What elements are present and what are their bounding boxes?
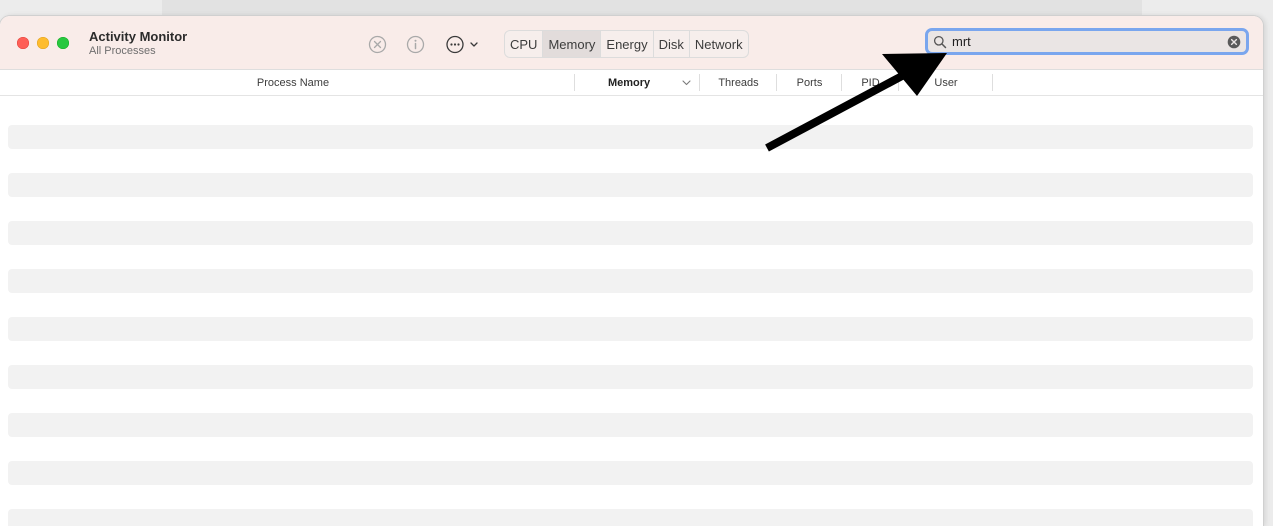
column-header-memory[interactable]: Memory — [576, 74, 700, 91]
empty-table-row — [8, 221, 1253, 245]
column-header-process-name[interactable]: Process Name — [12, 74, 575, 91]
tab-cpu[interactable]: CPU — [505, 31, 544, 57]
activity-monitor-window: Activity Monitor All Processes CPU Memor… — [0, 16, 1263, 526]
tab-energy[interactable]: Energy — [601, 31, 654, 57]
inspect-process-button[interactable] — [404, 33, 426, 55]
column-label: PID — [861, 76, 880, 89]
column-header-pid[interactable]: PID — [843, 74, 899, 91]
column-label: Ports — [796, 76, 823, 89]
column-label: Process Name — [256, 76, 330, 89]
empty-table-row — [8, 173, 1253, 197]
tab-disk[interactable]: Disk — [654, 31, 690, 57]
x-circle-icon — [368, 35, 386, 53]
background-window — [162, 0, 1142, 17]
search-field[interactable] — [925, 28, 1249, 55]
empty-table-row — [8, 317, 1253, 341]
empty-table-row — [8, 365, 1253, 389]
zoom-window-button[interactable] — [57, 37, 69, 49]
minimize-window-button[interactable] — [37, 37, 49, 49]
search-input[interactable] — [952, 31, 1222, 52]
tab-memory[interactable]: Memory — [543, 31, 602, 57]
stop-process-button[interactable] — [366, 33, 388, 55]
column-label: User — [934, 76, 958, 89]
category-tabs: CPU Memory Energy Disk Network — [504, 30, 749, 58]
column-header-user[interactable]: User — [900, 74, 993, 91]
column-header-threads[interactable]: Threads — [701, 74, 777, 91]
empty-table-row — [8, 413, 1253, 437]
chevron-down-icon — [682, 80, 691, 86]
empty-table-row — [8, 461, 1253, 485]
title-bar: Activity Monitor All Processes CPU Memor… — [0, 16, 1263, 70]
chevron-down-icon — [470, 41, 478, 47]
empty-table-row — [8, 509, 1253, 526]
empty-table-row — [8, 125, 1253, 149]
ellipsis-circle-icon — [446, 35, 478, 53]
column-label: Memory — [608, 76, 651, 89]
info-icon — [406, 35, 424, 53]
column-header-ports[interactable]: Ports — [778, 74, 842, 91]
empty-table-row — [8, 269, 1253, 293]
close-window-button[interactable] — [17, 37, 29, 49]
window-title: Activity Monitor — [89, 29, 188, 44]
more-actions-button[interactable] — [444, 33, 484, 55]
window-subtitle: All Processes — [89, 45, 156, 57]
magnifying-glass-icon — [933, 35, 947, 49]
tab-network[interactable]: Network — [690, 31, 748, 57]
clear-circle-icon[interactable] — [1227, 35, 1241, 49]
table-header: Process Name Memory Threads Ports PID Us… — [0, 70, 1263, 96]
column-label: Threads — [718, 76, 759, 89]
